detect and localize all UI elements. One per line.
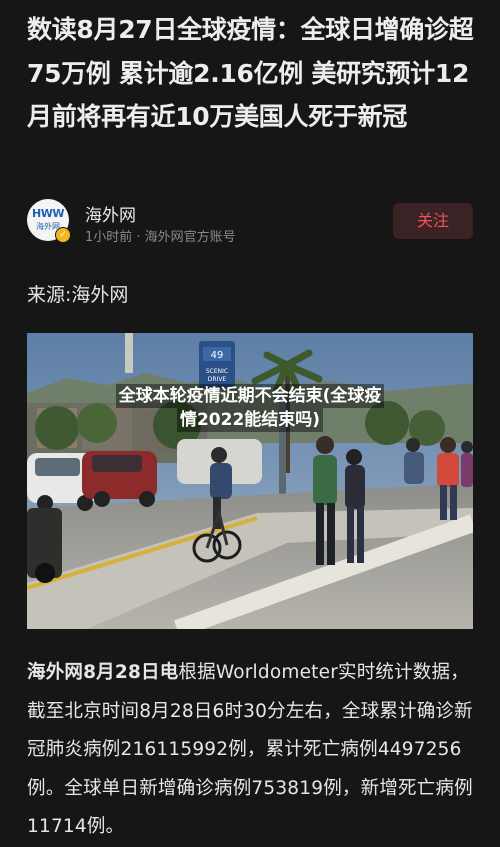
photo-caption-line-2: 情2022能结束吗) (176, 408, 324, 432)
article-body: 海外网8月28日电根据Worldometer实时统计数据，截至北京时间8月28日… (27, 654, 477, 847)
photo-caption-line-1: 全球本轮疫情近期不会结束(全球疫 (115, 384, 385, 408)
author-row: HWW 海外网 ✓ 海外网 1小时前 · 海外网官方账号 关注 (27, 199, 473, 245)
article-photo[interactable]: 49 SCENIC DRIVE 全球本轮疫情近期不会结束(全球疫 情2022能结… (27, 333, 473, 629)
sign-number: 49 (211, 350, 224, 361)
article-title: 数读8月27日全球疫情：全球日增确诊超75万例 累计逾2.16亿例 美研究预计1… (27, 15, 474, 131)
source-label: 来源:海外网 (27, 284, 129, 306)
verified-badge-icon: ✓ (55, 227, 71, 243)
street-scene-illustration: 49 SCENIC DRIVE (27, 333, 473, 629)
sign-text-1: SCENIC (206, 368, 228, 375)
avatar-logo-text: HWW (32, 207, 64, 220)
photo-caption: 全球本轮疫情近期不会结束(全球疫 情2022能结束吗) (27, 384, 473, 432)
article-dateline: 海外网8月28日电 (27, 662, 179, 683)
article-body-text: 根据Worldometer实时统计数据，截至北京时间8月28日6时30分左右，全… (27, 662, 473, 837)
author-name[interactable]: 海外网 (85, 201, 136, 226)
author-meta: 1小时前 · 海外网官方账号 (85, 230, 236, 245)
follow-button[interactable]: 关注 (393, 203, 473, 239)
sign-text-2: DRIVE (208, 376, 227, 383)
